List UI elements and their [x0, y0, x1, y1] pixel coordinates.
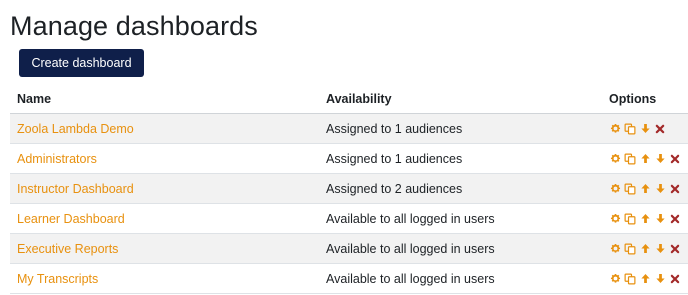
arrow-down-icon[interactable]	[639, 123, 651, 135]
availability-text: Available to all logged in users	[326, 211, 495, 226]
row-actions	[609, 213, 681, 225]
row-actions	[609, 153, 681, 165]
availability-cell: Available to all logged in users	[326, 263, 602, 294]
arrow-down-icon[interactable]	[654, 213, 666, 225]
table-row: Instructor Dashboard Assigned to 2 audien…	[10, 173, 688, 204]
availability-cell: Assigned to 1 audiences	[326, 143, 602, 174]
availability-text: Assigned to 1 audiences	[326, 121, 463, 136]
table-row: Zoola Lambda Demo Assigned to 1 audiences	[10, 113, 688, 144]
table-row: Administrators Assigned to 1 audiences	[10, 143, 688, 174]
dashboard-name-link[interactable]: Executive Reports	[17, 242, 118, 256]
options-cell	[602, 113, 688, 144]
dashboard-name-cell: My Transcripts	[10, 263, 326, 294]
gear-icon[interactable]	[609, 153, 621, 165]
arrow-up-icon[interactable]	[639, 213, 651, 225]
availability-text: Assigned to 1 audiences	[326, 151, 463, 166]
delete-icon[interactable]	[669, 243, 681, 255]
availability-cell: Available to all logged in users	[326, 233, 602, 264]
row-actions	[609, 243, 681, 255]
table-row: Executive Reports Available to all logged…	[10, 233, 688, 264]
options-cell	[602, 173, 688, 204]
gear-icon[interactable]	[609, 273, 621, 285]
dashboards-table-body: Zoola Lambda Demo Assigned to 1 audiences…	[10, 113, 688, 294]
create-dashboard-button[interactable]: Create dashboard	[19, 49, 144, 77]
dashboard-name-cell: Administrators	[10, 143, 326, 174]
availability-text: Available to all logged in users	[326, 271, 495, 286]
dashboard-name-link[interactable]: Zoola Lambda Demo	[17, 122, 134, 136]
copy-icon[interactable]	[624, 123, 636, 135]
dashboard-name-cell: Executive Reports	[10, 233, 326, 264]
delete-icon[interactable]	[669, 273, 681, 285]
row-actions	[609, 183, 681, 195]
column-header-options: Options	[602, 84, 688, 114]
options-cell	[602, 233, 688, 264]
page-title: Manage dashboards	[10, 11, 258, 41]
arrow-down-icon[interactable]	[654, 183, 666, 195]
dashboard-name-cell: Zoola Lambda Demo	[10, 113, 326, 144]
availability-cell: Assigned to 2 audiences	[326, 173, 602, 204]
arrow-up-icon[interactable]	[639, 243, 651, 255]
table-row: My Transcripts Available to all logged in…	[10, 263, 688, 294]
dashboard-name-cell: Instructor Dashboard	[10, 173, 326, 204]
table-header-row: Name Availability Options	[10, 84, 688, 114]
column-header-name: Name	[10, 84, 326, 114]
arrow-up-icon[interactable]	[639, 273, 651, 285]
dashboard-name-link[interactable]: Instructor Dashboard	[17, 182, 134, 196]
arrow-up-icon[interactable]	[639, 153, 651, 165]
copy-icon[interactable]	[624, 273, 636, 285]
arrow-down-icon[interactable]	[654, 153, 666, 165]
availability-text: Available to all logged in users	[326, 241, 495, 256]
copy-icon[interactable]	[624, 153, 636, 165]
options-cell	[602, 203, 688, 234]
copy-icon[interactable]	[624, 213, 636, 225]
options-cell	[602, 143, 688, 174]
gear-icon[interactable]	[609, 183, 621, 195]
dashboard-name-link[interactable]: My Transcripts	[17, 272, 98, 286]
row-actions	[609, 273, 681, 285]
delete-icon[interactable]	[654, 123, 666, 135]
dashboard-name-link[interactable]: Administrators	[17, 152, 97, 166]
delete-icon[interactable]	[669, 153, 681, 165]
gear-icon[interactable]	[609, 243, 621, 255]
dashboards-table: Name Availability Options Zoola Lambda D…	[10, 84, 688, 294]
table-row: Learner Dashboard Available to all logged…	[10, 203, 688, 234]
arrow-up-icon[interactable]	[639, 183, 651, 195]
gear-icon[interactable]	[609, 213, 621, 225]
options-cell	[602, 263, 688, 294]
availability-cell: Assigned to 1 audiences	[326, 113, 602, 144]
row-actions	[609, 123, 666, 135]
copy-icon[interactable]	[624, 183, 636, 195]
dashboard-name-cell: Learner Dashboard	[10, 203, 326, 234]
dashboard-name-link[interactable]: Learner Dashboard	[17, 212, 125, 226]
delete-icon[interactable]	[669, 213, 681, 225]
gear-icon[interactable]	[609, 123, 621, 135]
availability-text: Assigned to 2 audiences	[326, 181, 463, 196]
copy-icon[interactable]	[624, 243, 636, 255]
availability-cell: Available to all logged in users	[326, 203, 602, 234]
arrow-down-icon[interactable]	[654, 243, 666, 255]
delete-icon[interactable]	[669, 183, 681, 195]
arrow-down-icon[interactable]	[654, 273, 666, 285]
column-header-availability: Availability	[326, 84, 602, 114]
